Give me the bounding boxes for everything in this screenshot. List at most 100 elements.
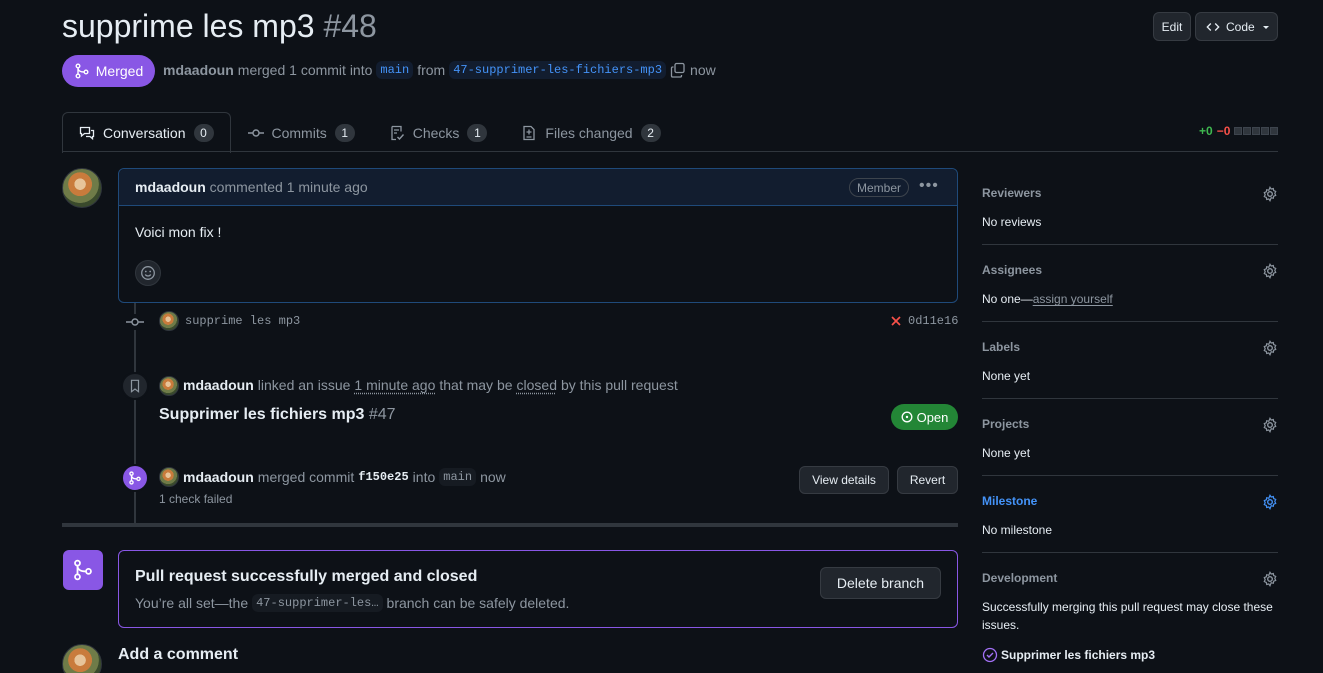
tab-label: Conversation [103,125,186,141]
sidebar-divider [982,475,1278,476]
sidebar-title[interactable]: Projects [982,417,1278,431]
head-branch[interactable]: 47-supprimer-les-fichiers-mp3 [449,61,667,79]
pr-number: #48 [323,8,377,44]
merge-icon [121,464,149,492]
tab-label: Checks [412,124,460,141]
linked-issue-event: mdaadoun linked an issue 1 minute ago th… [183,377,678,393]
gear-icon[interactable] [1262,494,1278,510]
avatar[interactable] [159,311,179,331]
code-button-label: Code [1226,19,1255,34]
comment-header: mdaadoun commented 1 minute ago Member •… [119,169,957,206]
sidebar-title[interactable]: Milestone [982,494,1278,508]
check-status[interactable]: 1 check failed [159,492,232,506]
merge-text: merged 1 commit into [237,62,373,78]
comment-box: mdaadoun commented 1 minute ago Member •… [118,168,958,303]
comment-action: commented [209,179,283,195]
view-details-button[interactable]: View details [799,466,889,494]
base-branch[interactable]: main [376,61,414,79]
comment-discussion-icon [79,125,95,141]
event-text: into [412,469,436,485]
sidebar-projects: Projects None yet [982,417,1278,462]
diff-additions: +0 [1199,124,1213,138]
edit-button-label: Edit [1161,19,1183,34]
sidebar-value: No reviews [982,215,1042,229]
edit-button[interactable]: Edit [1153,12,1191,41]
sidebar-title[interactable]: Reviewers [982,186,1278,200]
tab-commits[interactable]: Commits 1 [231,112,372,152]
revert-button[interactable]: Revert [897,466,958,494]
linked-issue-link[interactable]: Supprimer les fichiers mp3 #47 [159,406,396,424]
merge-icon [63,550,103,590]
commit-sha[interactable]: 0d11e16 [908,314,958,328]
timeline-divider [62,523,958,527]
copy-icon[interactable] [670,62,686,78]
closed-keyword[interactable]: closed [517,377,557,393]
gear-icon[interactable] [1262,340,1278,356]
comment-meta: mdaadoun commented 1 minute ago [135,179,368,195]
gear-icon[interactable] [1262,417,1278,433]
issue-state-badge: Open [891,404,958,430]
gear-icon[interactable] [1262,571,1278,587]
sidebar-labels: Labels None yet [982,340,1278,385]
comment-body: Voici mon fix ! [135,224,222,240]
sidebar-divider [982,552,1278,553]
add-comment-heading: Add a comment [118,646,239,663]
event-text: linked an issue [257,377,351,393]
head-branch-tag[interactable]: 47-supprimer-les… [252,594,383,612]
tab-counter: 1 [334,123,355,142]
event-author[interactable]: mdaadoun [183,469,254,485]
sidebar-title[interactable]: Assignees [982,263,1278,277]
gear-icon[interactable] [1262,186,1278,202]
event-time: now [480,469,506,485]
tab-files-changed[interactable]: Files changed 2 [504,112,677,152]
sidebar-value: None yet [982,369,1031,383]
merge-commit-sha[interactable]: f150e25 [358,470,408,484]
diffstat[interactable]: +0 −0 [1199,124,1279,138]
sidebar-title[interactable]: Development [982,571,1278,585]
tab-conversation[interactable]: Conversation 0 [62,112,231,153]
merge-target-branch[interactable]: main [439,468,477,486]
merge-status-subtitle: You’re all set—the 47-supprimer-les… bra… [135,594,569,612]
avatar[interactable] [159,467,179,487]
git-commit-icon [126,314,144,330]
sidebar-value: No milestone [982,523,1053,537]
pr-title-text: supprime les mp3 [62,8,315,44]
merge-summary: mdaadoun merged 1 commit into main from … [163,61,716,79]
tab-label: Commits [271,124,327,141]
event-time[interactable]: 1 minute ago [354,377,435,393]
sidebar-value: Successfully merging this pull request m… [982,600,1273,632]
avatar[interactable] [62,168,102,208]
comment-time[interactable]: 1 minute ago [287,179,368,195]
smiley-icon[interactable] [135,260,161,286]
file-diff-icon [521,125,537,141]
x-icon[interactable] [890,315,902,327]
code-icon [1206,20,1220,34]
merge-time: now [690,62,716,78]
kebab-horizontal-icon[interactable]: ••• [919,177,939,195]
development-issue-title: Supprimer les fichiers mp3 [1001,648,1156,662]
pr-author-link[interactable]: mdaadoun [163,62,234,78]
avatar[interactable] [62,644,102,673]
issue-state-label: Open [916,409,949,425]
pr-tabs: Conversation 0 Commits 1 Checks 1 Files … [62,112,678,153]
assign-yourself-link[interactable]: assign yourself [1033,292,1113,306]
gear-icon[interactable] [1262,263,1278,279]
tab-counter: 1 [467,123,488,142]
avatar[interactable] [159,376,179,396]
diffstat-bar [1234,127,1279,135]
commit-status: 0d11e16 [890,314,958,328]
sidebar-divider [982,321,1278,322]
git-commit-icon [247,125,264,141]
event-author[interactable]: mdaadoun [183,377,254,393]
commit-message[interactable]: supprime les mp3 [185,314,300,328]
sidebar-reviewers: Reviewers No reviews [982,186,1278,231]
event-text: merged commit [257,469,355,485]
sidebar-title[interactable]: Labels [982,340,1278,354]
development-issue[interactable]: Supprimer les fichiers mp3 [982,647,1278,663]
comment-author[interactable]: mdaadoun [135,179,206,195]
chevron-down-icon [1261,22,1271,32]
delete-branch-button[interactable]: Delete branch [820,567,941,599]
sidebar-assignees: Assignees No one—assign yourself [982,263,1278,308]
code-button[interactable]: Code [1195,12,1278,41]
tab-checks[interactable]: Checks 1 [372,112,505,152]
